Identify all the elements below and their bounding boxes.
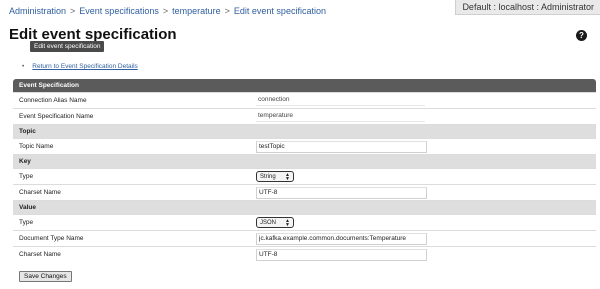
key-type-select[interactable]: String ▲ ▼ <box>256 171 294 182</box>
key-section-row: Key <box>13 154 596 169</box>
breadcrumb-edit-event-specification[interactable]: Edit event specification <box>234 6 326 16</box>
event-spec-name-label: Event Specification Name <box>13 108 250 125</box>
key-type-row: Type String ▲ ▼ <box>13 168 596 185</box>
doc-type-input[interactable] <box>256 232 427 245</box>
topic-name-label: Topic Name <box>13 138 250 155</box>
breadcrumb-event-specifications[interactable]: Event specifications <box>79 6 159 16</box>
key-type-label: Type <box>13 168 250 185</box>
updown-arrows-icon: ▲ ▼ <box>285 217 290 228</box>
value-type-label: Type <box>13 214 250 231</box>
topic-name-row: Topic Name <box>13 138 596 155</box>
key-charset-input[interactable] <box>256 186 427 199</box>
value-type-selected: JSON <box>260 219 277 226</box>
doc-type-label: Document Type Name <box>13 230 250 247</box>
breadcrumb: Administration > Event specifications > … <box>9 6 326 16</box>
breadcrumb-separator: > <box>70 6 76 16</box>
key-charset-label: Charset Name <box>13 184 250 201</box>
breadcrumb-administration[interactable]: Administration <box>9 6 66 16</box>
save-changes-button[interactable]: Save Changes <box>19 271 72 282</box>
event-spec-name-row: Event Specification Name temperature <box>13 108 596 125</box>
breadcrumb-temperature[interactable]: temperature <box>172 6 221 16</box>
breadcrumb-separator: > <box>162 6 169 16</box>
value-charset-row: Charset Name <box>13 246 596 262</box>
event-spec-form: Event Specification Connection Alias Nam… <box>13 79 596 262</box>
topic-section-header: Topic <box>13 124 596 139</box>
value-charset-input[interactable] <box>256 248 427 261</box>
value-type-row: Type JSON ▲ ▼ <box>13 214 596 231</box>
form-header-row: Event Specification <box>13 79 596 93</box>
topic-section-row: Topic <box>13 124 596 139</box>
value-section-row: Value <box>13 200 596 215</box>
top-bar: Administration > Event specifications > … <box>0 0 600 24</box>
value-section-header: Value <box>13 200 596 215</box>
form-header: Event Specification <box>13 79 596 93</box>
key-section-header: Key <box>13 154 596 169</box>
breadcrumb-separator: > <box>224 6 230 16</box>
value-type-select[interactable]: JSON ▲ ▼ <box>256 217 294 228</box>
event-spec-name-value: temperature <box>256 111 425 122</box>
connection-alias-label: Connection Alias Name <box>13 92 250 109</box>
user-context: Default : localhost : Administrator <box>455 0 600 15</box>
connection-alias-row: Connection Alias Name connection <box>13 92 596 109</box>
return-to-details-link[interactable]: Return to Event Specification Details <box>22 63 138 70</box>
title-tooltip: Edit event specification <box>30 41 105 52</box>
value-charset-label: Charset Name <box>13 246 250 262</box>
topic-name-input[interactable] <box>256 140 427 153</box>
key-type-selected: String <box>260 173 276 180</box>
key-charset-row: Charset Name <box>13 184 596 201</box>
help-icon[interactable]: ? <box>576 30 587 41</box>
connection-alias-value: connection <box>256 95 425 106</box>
updown-arrows-icon: ▲ ▼ <box>285 171 290 182</box>
doc-type-row: Document Type Name <box>13 230 596 247</box>
